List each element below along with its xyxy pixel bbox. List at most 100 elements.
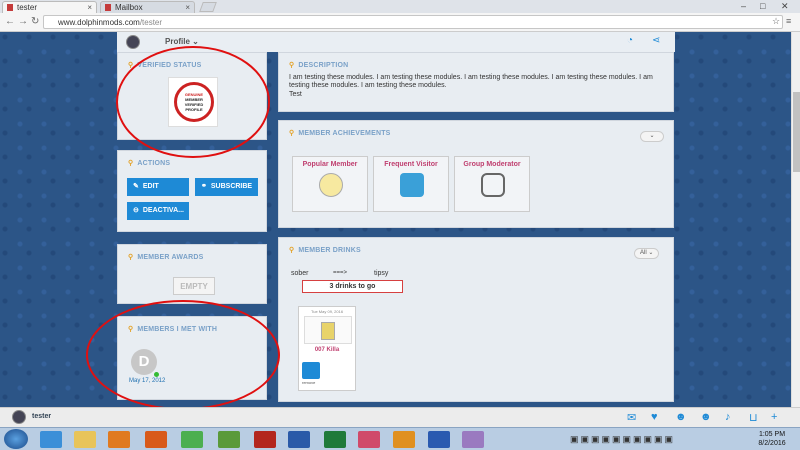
close-tab-icon[interactable]: ×	[87, 2, 92, 13]
paint-icon[interactable]	[462, 431, 484, 448]
panel-title: ⚲ DESCRIPTION	[289, 62, 349, 69]
url-path: /tester	[139, 18, 163, 27]
remove-label: remove	[302, 380, 316, 385]
description-panel: ⚲ DESCRIPTION I am testing these modules.…	[278, 52, 674, 112]
actions-panel: ⚲ ACTIONS ✎ EDIT ⚭ SUBSCRIBE ⊖ DEACTIVA...	[117, 150, 267, 232]
visitor-icon	[400, 173, 424, 197]
firefox-icon[interactable]	[145, 431, 167, 448]
key-icon: ⚲	[289, 130, 295, 137]
link-icon: ⚭	[201, 183, 207, 190]
chevron-down-icon: ⌄	[192, 37, 199, 46]
drinks-filter-select[interactable]: All ⌄	[634, 248, 660, 259]
reload-icon[interactable]: ↻	[31, 16, 39, 27]
profile-menu[interactable]: Profile ⌄	[165, 37, 199, 46]
frog-app-icon[interactable]	[218, 431, 240, 448]
forward-icon[interactable]: →	[18, 16, 28, 27]
site-bottom-bar: tester ✉ ♥ ☻ ☻ ♪ ⊔ +	[0, 407, 800, 427]
panel-title: ⚲ MEMBER AWARDS	[128, 254, 204, 261]
clock-date: 8/2/2016	[758, 440, 786, 447]
word-icon[interactable]	[428, 431, 450, 448]
ie-icon[interactable]	[40, 431, 62, 448]
cart-icon[interactable]: ⊔	[749, 411, 758, 424]
browser-chrome: tester × Mailbox × – □ ✕ ← → ↻ www.dolph…	[0, 0, 800, 32]
address-bar: ← → ↻ www.dolphinmods.com/tester ☆ ≡	[0, 13, 800, 32]
share-icon[interactable]: ⋖	[652, 35, 660, 46]
clock[interactable]: 1:05 PM 8/2/2016	[750, 430, 794, 448]
minimize-icon[interactable]: –	[741, 1, 746, 11]
heart-icon[interactable]: ♥	[651, 411, 658, 423]
drink-name: 007 Killa	[314, 347, 340, 353]
achievement-frequent-visitor[interactable]: Frequent Visitor	[373, 156, 449, 212]
panel-title: ⚲ MEMBER DRINKS	[289, 247, 361, 254]
drink-card: Tue May 09, 2016 007 Killa remove	[298, 306, 356, 391]
back-icon[interactable]: ←	[5, 16, 15, 27]
moderator-icon	[481, 173, 505, 197]
member-awards-panel: ⚲ MEMBER AWARDS EMPTY	[117, 244, 267, 304]
key-icon: ⚲	[128, 160, 134, 167]
network-app-icon[interactable]	[288, 431, 310, 448]
collapse-toggle[interactable]: ⌄	[640, 131, 664, 142]
empty-awards: EMPTY	[173, 277, 215, 295]
excel-icon[interactable]	[324, 431, 346, 448]
close-window-icon[interactable]: ✕	[781, 1, 789, 12]
clock-time: 1:05 PM	[758, 431, 786, 438]
drink-date: Tue May 09, 2016	[310, 309, 344, 314]
url-field[interactable]: www.dolphinmods.com/tester	[43, 15, 783, 29]
smiley-icon	[319, 173, 343, 197]
edit-button[interactable]: ✎ EDIT	[127, 178, 189, 196]
eraser-app-icon[interactable]	[358, 431, 380, 448]
edit-icon: ✎	[133, 183, 139, 190]
dashboard-icon[interactable]: ◔	[627, 35, 633, 46]
member-drinks-panel: ⚲ MEMBER DRINKS All ⌄ sober ===> tipsy 3 …	[278, 237, 674, 402]
panel-title: ⚲ ACTIONS	[128, 160, 171, 167]
deactivate-button[interactable]: ⊖ DEACTIVA...	[127, 202, 189, 220]
drink-scale-arrow: ===>	[333, 270, 348, 276]
description-extra: Test	[289, 91, 302, 98]
tab-tester[interactable]: tester ×	[2, 1, 97, 13]
maximize-icon[interactable]: □	[760, 1, 765, 11]
chevron-down-icon: ⌄	[649, 133, 655, 139]
description-text: I am testing these modules. I am testing…	[289, 74, 653, 89]
site-favicon-icon	[7, 4, 13, 11]
friends-icon[interactable]: ☻	[675, 411, 687, 423]
scrollbar-thumb[interactable]	[793, 92, 800, 172]
drink-scale-right: tipsy	[374, 270, 389, 277]
achievement-popular-member[interactable]: Popular Member	[292, 156, 368, 212]
filezilla-icon[interactable]	[254, 431, 276, 448]
chrome-icon[interactable]	[181, 431, 203, 448]
groups-icon[interactable]: ☻	[700, 411, 712, 423]
drink-scale-left: sober	[291, 270, 309, 277]
start-button[interactable]	[4, 429, 28, 449]
chevron-down-icon: ⌄	[648, 250, 654, 256]
mailbox-favicon-icon	[105, 4, 111, 11]
tab-strip: tester × Mailbox × – □ ✕	[0, 0, 800, 13]
remove-button[interactable]	[302, 362, 320, 379]
scrollbar[interactable]	[791, 32, 800, 427]
media-player-icon[interactable]	[108, 431, 130, 448]
avatar[interactable]	[12, 410, 26, 424]
new-tab-button[interactable]	[199, 2, 217, 12]
explorer-icon[interactable]	[74, 431, 96, 448]
drink-image	[304, 316, 352, 344]
close-tab-icon[interactable]: ×	[185, 2, 190, 13]
windows-taskbar: ▣▣▣▣▣▣▣▣▣▣ 1:05 PM 8/2/2016	[0, 427, 800, 450]
outlook-icon[interactable]	[393, 431, 415, 448]
drink-progress: 3 drinks to go	[302, 280, 403, 293]
key-icon: ⚲	[128, 254, 134, 261]
bookmark-star-icon[interactable]: ☆	[772, 16, 780, 27]
key-icon: ⚲	[289, 62, 295, 69]
mail-icon[interactable]: ✉	[627, 411, 636, 424]
footer-username[interactable]: tester	[32, 413, 51, 420]
achievements-panel: ⚲ MEMBER ACHIEVEMENTS ⌄ Popular Member Fr…	[278, 120, 674, 228]
achievement-group-moderator[interactable]: Group Moderator	[454, 156, 530, 212]
menu-icon[interactable]: ≡	[786, 16, 791, 26]
tray-icons[interactable]: ▣▣▣▣▣▣▣▣▣▣	[570, 434, 675, 445]
bell-icon[interactable]: ♪	[725, 411, 731, 423]
subscribe-button[interactable]: ⚭ SUBSCRIBE	[195, 178, 258, 196]
url-domain: www.dolphinmods.com	[58, 18, 140, 27]
add-icon[interactable]: +	[771, 411, 777, 423]
panel-title: ⚲ MEMBER ACHIEVEMENTS	[289, 130, 391, 137]
tab-mailbox[interactable]: Mailbox ×	[100, 1, 195, 13]
avatar[interactable]	[126, 35, 140, 49]
annotation-circle	[116, 46, 270, 158]
